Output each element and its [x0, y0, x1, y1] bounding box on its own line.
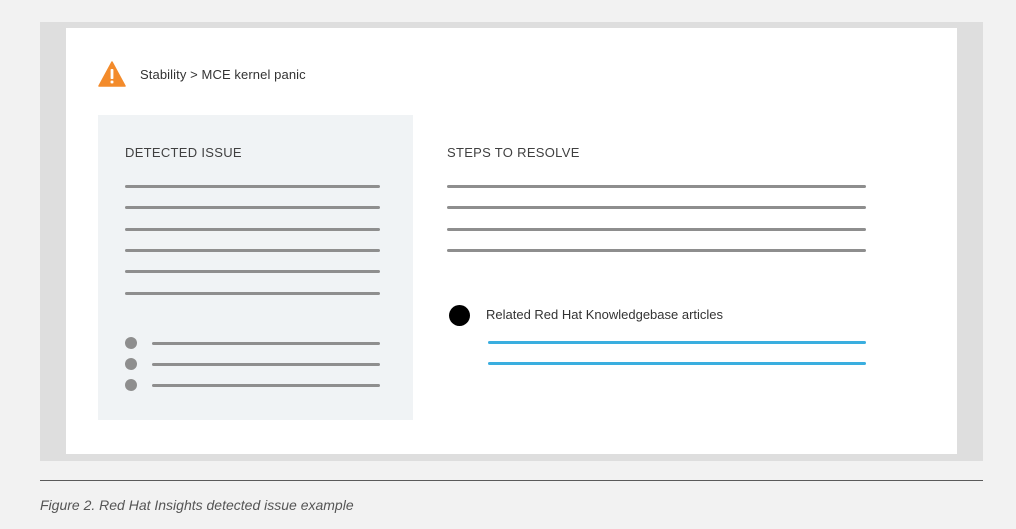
steps-to-resolve-title: STEPS TO RESOLVE: [447, 145, 580, 160]
bullet-dot: [125, 358, 137, 370]
detected-issue-text-line: [125, 185, 380, 188]
knowledgebase-article-link[interactable]: [488, 362, 866, 365]
breadcrumb-text[interactable]: Stability > MCE kernel panic: [140, 67, 306, 82]
bullet-dot: [125, 379, 137, 391]
bullet-dot: [125, 337, 137, 349]
figure-caption: Figure 2. Red Hat Insights detected issu…: [40, 497, 354, 513]
steps-text-line: [447, 228, 866, 231]
bullet-text-line: [152, 363, 380, 366]
detected-issue-text-line: [125, 249, 380, 252]
knowledgebase-bullet-icon: [449, 305, 470, 326]
detected-issue-text-line: [125, 206, 380, 209]
steps-text-line: [447, 185, 866, 188]
steps-text-line: [447, 206, 866, 209]
breadcrumb: Stability > MCE kernel panic: [98, 61, 306, 87]
bullet-text-line: [152, 342, 380, 345]
caption-divider: [40, 480, 983, 481]
detected-issue-text-line: [125, 228, 380, 231]
warning-triangle-icon: [98, 61, 126, 87]
detected-issue-text-line: [125, 292, 380, 295]
detected-issue-text-line: [125, 270, 380, 273]
related-articles-label: Related Red Hat Knowledgebase articles: [486, 307, 724, 322]
bullet-text-line: [152, 384, 380, 387]
detected-issue-title: DETECTED ISSUE: [125, 145, 242, 160]
knowledgebase-article-link[interactable]: [488, 341, 866, 344]
detected-issue-panel: [98, 115, 413, 420]
steps-text-line: [447, 249, 866, 252]
